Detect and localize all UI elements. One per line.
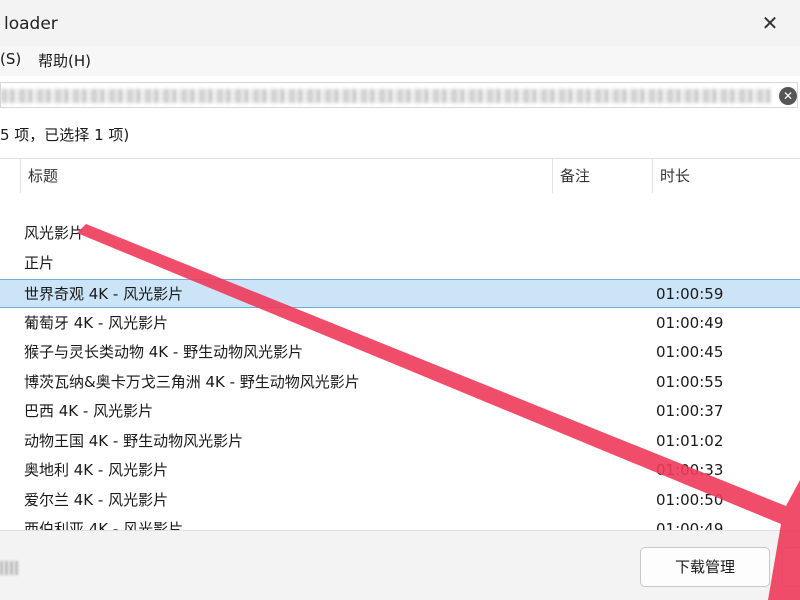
table-row[interactable]: 博茨瓦纳&奥卡万戈三角洲 4K - 野生动物风光影片 01:00:55	[0, 368, 800, 397]
menu-item-help[interactable]: 帮助(H)	[38, 50, 91, 71]
bottom-bar: 下载管理	[0, 530, 800, 600]
row-title: 动物王国 4K - 野生动物风光影片	[24, 431, 244, 450]
row-duration: 01:00:33	[656, 461, 724, 479]
row-title: 爱尔兰 4K - 风光影片	[24, 490, 169, 509]
selection-status-text: 5 项，已选择 1 项)	[0, 126, 130, 144]
table-row[interactable]: 葡萄牙 4K - 风光影片 01:00:49	[0, 309, 800, 338]
blurred-left-text	[0, 561, 18, 575]
group-sublabel: 正片	[24, 254, 55, 272]
group-label: 风光影片	[24, 224, 85, 242]
table-row[interactable]: 西伯利亚 4K - 风光影片 01:00:49	[0, 515, 800, 530]
list-header: 标题 备注 时长	[0, 159, 800, 193]
row-duration: 01:00:59	[656, 285, 724, 303]
row-title: 猴子与灵长类动物 4K - 野生动物风光影片	[24, 343, 304, 361]
table-row[interactable]: 巴西 4K - 风光影片 01:00:37	[0, 397, 800, 426]
row-duration: 01:00:45	[656, 343, 724, 361]
table-row[interactable]: 猴子与灵长类动物 4K - 野生动物风光影片 01:00:45	[0, 338, 800, 367]
window-title: loader	[4, 14, 58, 34]
row-title: 巴西 4K - 风光影片	[24, 402, 154, 420]
window-titlebar: loader ✕	[0, 0, 800, 46]
selection-status: 5 项，已选择 1 项)	[0, 118, 800, 148]
row-duration: 01:00:37	[656, 402, 724, 420]
row-title: 博茨瓦纳&奥卡万戈三角洲 4K - 野生动物风光影片	[24, 372, 360, 391]
row-duration: 01:00:49	[656, 313, 724, 332]
download-button[interactable]	[782, 547, 800, 587]
column-separator[interactable]	[652, 159, 653, 193]
row-title: 西伯利亚 4K - 风光影片	[24, 520, 184, 530]
column-header-title[interactable]: 标题	[22, 159, 58, 193]
download-manager-button[interactable]: 下载管理	[640, 547, 770, 587]
group-subheader[interactable]: 正片	[0, 249, 800, 278]
row-title: 奥地利 4K - 风光影片	[24, 461, 169, 479]
table-row[interactable]: 爱尔兰 4K - 风光影片 01:00:50	[0, 486, 800, 515]
close-icon[interactable]: ✕	[755, 10, 785, 36]
blurred-url-text	[1, 89, 771, 103]
column-separator[interactable]	[20, 159, 21, 193]
table-row[interactable]: 奥地利 4K - 风光影片 01:00:33	[0, 456, 800, 485]
column-header-note[interactable]: 备注	[554, 159, 590, 193]
column-separator[interactable]	[552, 159, 553, 193]
row-duration: 01:00:55	[656, 372, 724, 391]
row-duration: 01:00:49	[656, 520, 724, 530]
menu-bar: (S) 帮助(H)	[0, 46, 800, 76]
menu-item-settings[interactable]: (S)	[0, 50, 21, 68]
column-header-duration[interactable]: 时长	[654, 159, 690, 193]
video-list: 标题 备注 时长 风光影片 正片 世界奇观 4K - 风光影片 01:00:59 葡…	[0, 158, 800, 530]
address-bar: ✕	[0, 80, 800, 110]
table-row[interactable]: 世界奇观 4K - 风光影片 01:00:59	[0, 279, 800, 308]
url-input[interactable]: ✕	[0, 82, 798, 108]
clear-icon[interactable]: ✕	[779, 87, 797, 105]
row-title: 葡萄牙 4K - 风光影片	[24, 313, 169, 332]
row-title: 世界奇观 4K - 风光影片	[24, 285, 184, 303]
row-duration: 01:00:50	[656, 490, 724, 509]
row-duration: 01:01:02	[656, 431, 724, 450]
group-header[interactable]: 风光影片	[0, 219, 800, 248]
table-row[interactable]: 动物王国 4K - 野生动物风光影片 01:01:02	[0, 427, 800, 456]
